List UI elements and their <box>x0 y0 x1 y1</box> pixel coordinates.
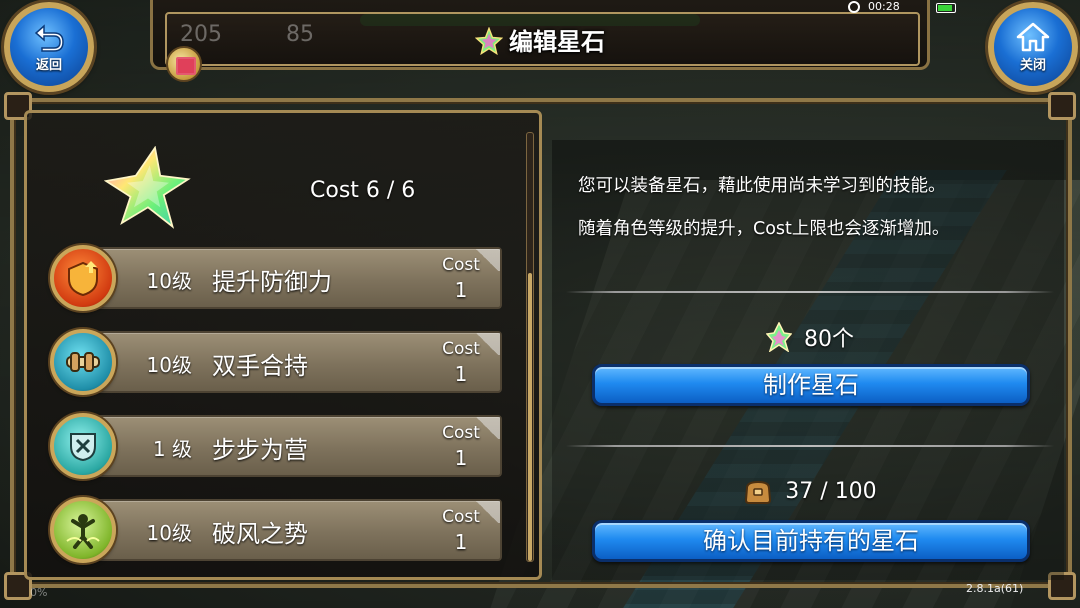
wind-break-icon <box>50 497 116 563</box>
skill-list-scrollbar[interactable] <box>526 132 534 562</box>
skill-cost-value: 1 <box>454 278 468 302</box>
skill-cost-value: 1 <box>454 530 468 554</box>
close-button-label: 关闭 <box>1019 57 1046 73</box>
gift-icon[interactable] <box>166 46 202 82</box>
star-stone-icon <box>475 27 503 55</box>
close-button[interactable]: 关闭 <box>988 2 1078 92</box>
skill-cost-label: Cost <box>442 423 480 443</box>
skill-row[interactable]: 10级 提升防御力 Cost 1 <box>50 245 502 311</box>
back-button-label: 返回 <box>35 57 62 73</box>
skill-cost-label: Cost <box>442 255 480 275</box>
material-count-row: 80个 <box>566 321 1054 353</box>
loading-percent: 0% <box>30 586 48 599</box>
skill-level: 1 级 <box>152 437 192 461</box>
craft-star-stone-button[interactable]: 制作星石 <box>592 364 1030 406</box>
divider <box>566 291 1054 293</box>
skill-level: 10级 <box>146 521 192 545</box>
cost-total: Cost 6 / 6 <box>310 178 416 203</box>
version-label: 2.8.1a(61) <box>966 582 1024 595</box>
owned-count-row: 37 / 100 <box>566 478 1054 504</box>
skill-name: 提升防御力 <box>212 268 332 296</box>
skill-cost-label: Cost <box>442 507 480 527</box>
skill-row[interactable]: 10级 破风之势 Cost 1 <box>50 497 502 563</box>
skill-name: 双手合持 <box>212 352 308 380</box>
skill-cost-label: Cost <box>442 339 480 359</box>
view-owned-stones-button[interactable]: 确认目前持有的星石 <box>592 520 1030 562</box>
skill-name: 破风之势 <box>212 520 308 548</box>
star-stone-icon <box>104 146 191 229</box>
battery-icon <box>936 3 956 13</box>
skill-cost-value: 1 <box>454 362 468 386</box>
status-sync-icon <box>848 1 860 13</box>
bag-icon <box>745 480 772 504</box>
back-arrow-icon <box>34 23 64 52</box>
star-stone-material-icon <box>766 322 792 352</box>
skill-level: 10级 <box>146 353 192 377</box>
back-button[interactable]: 返回 <box>4 2 94 92</box>
status-time: 00:28 <box>868 0 900 13</box>
material-count: 80个 <box>804 327 854 352</box>
skill-name: 步步为营 <box>212 436 308 464</box>
page-title-text: 编辑星石 <box>509 28 605 56</box>
skill-row[interactable]: 10级 双手合持 Cost 1 <box>50 329 502 395</box>
skill-level: 10级 <box>146 269 192 293</box>
two-hand-grip-icon <box>50 329 116 395</box>
steady-advance-icon <box>50 413 116 479</box>
page-title: 编辑星石 <box>0 22 1080 57</box>
skill-cost-value: 1 <box>454 446 468 470</box>
divider <box>566 445 1054 447</box>
description-line-2: 随着角色等级的提升，Cost上限也会逐渐增加。 <box>578 219 950 239</box>
shield-up-icon <box>50 245 116 311</box>
owned-count: 37 / 100 <box>785 479 877 504</box>
description-line-1: 您可以装备星石，藉此使用尚未学习到的技能。 <box>578 176 946 196</box>
skill-row[interactable]: 1 级 步步为营 Cost 1 <box>50 413 502 479</box>
info-panel <box>552 140 1064 580</box>
scrollbar-thumb[interactable] <box>528 273 532 561</box>
home-icon <box>1016 22 1050 51</box>
corner-ornament <box>1048 92 1076 120</box>
